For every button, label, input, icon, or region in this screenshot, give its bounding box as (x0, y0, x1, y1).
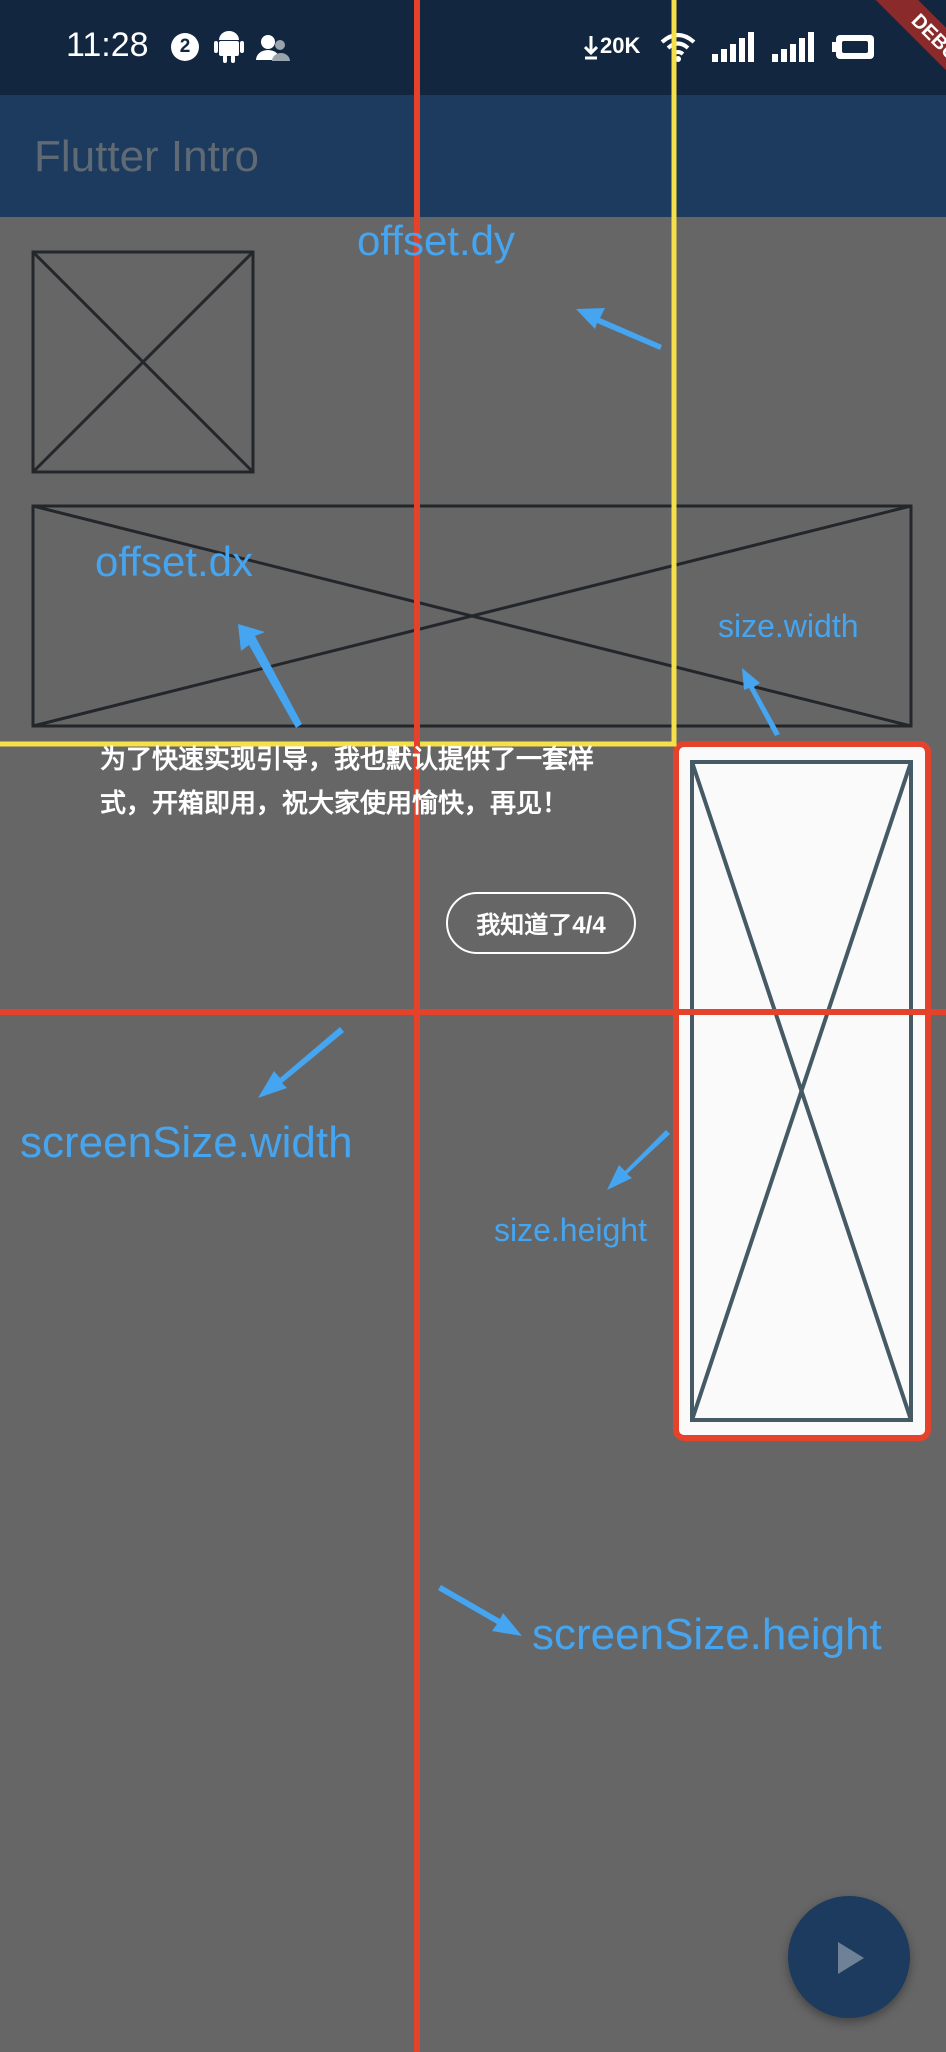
arrow-size-height (607, 1130, 670, 1190)
intro-tip-text: 为了快速实现引导，我也默认提供了一套样式，开箱即用，祝大家使用愉快，再见！ (100, 745, 595, 819)
size-height-label: size.height (494, 1212, 647, 1248)
arrow-offset-dx (238, 624, 302, 728)
offset-guide-yellow (0, 0, 677, 747)
highlighted-widget[interactable] (673, 741, 931, 1441)
offset-dy-label: offset.dy (357, 217, 515, 264)
guide-overlay (0, 0, 946, 2052)
size-width-label: size.width (718, 608, 859, 644)
screen-height-label: screenSize.height (532, 1610, 882, 1659)
arrow-screen-height (438, 1585, 522, 1636)
screen-width-label: screenSize.width (20, 1118, 353, 1167)
arrow-offset-dy (576, 308, 662, 350)
arrow-screen-width (258, 1027, 344, 1098)
play-button[interactable] (788, 1896, 910, 2018)
placeholder-square (31, 250, 255, 474)
offset-dx-label: offset.dx (95, 538, 253, 585)
play-icon (838, 1942, 864, 1974)
got-it-button[interactable]: 我知道了4/4 (446, 892, 636, 954)
